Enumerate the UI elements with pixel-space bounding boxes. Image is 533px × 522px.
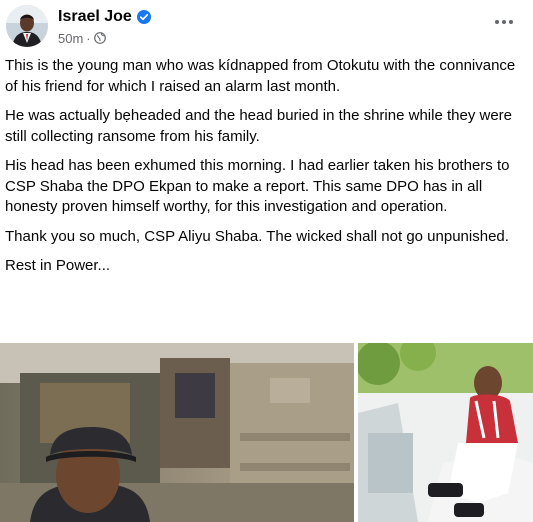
post-paragraph: Rest in Power...	[5, 257, 111, 274]
meta-separator: ·	[86, 30, 91, 46]
post-photo-2[interactable]	[358, 343, 533, 522]
post-photo-1[interactable]	[0, 343, 354, 522]
post-header: Israel Joe 50m ·	[0, 0, 533, 56]
verified-badge-icon	[136, 10, 151, 24]
post-meta: 50m ·	[58, 30, 106, 46]
more-options-button[interactable]	[489, 10, 519, 34]
post-paragraph: His head has been exhumed this morning. …	[5, 157, 510, 215]
post-timestamp[interactable]: 50m	[58, 31, 83, 46]
avatar-image	[6, 5, 48, 47]
post-body: This is the young man who was kídnapped …	[5, 56, 529, 286]
more-options-icon	[495, 20, 513, 24]
post-paragraph: He was actually bẹheaded and the head bu…	[5, 107, 512, 145]
post-paragraph: Thank you so much, CSP Aliyu Shaba. The …	[5, 227, 509, 245]
avatar[interactable]	[6, 5, 48, 47]
globe-icon[interactable]	[93, 32, 106, 44]
photo-man-with-cap	[0, 343, 354, 522]
author-name[interactable]: Israel Joe	[58, 8, 132, 26]
post-paragraph: This is the young man who was kídnapped …	[5, 57, 516, 95]
author-row: Israel Joe	[58, 7, 151, 27]
photo-man-in-car	[358, 343, 533, 522]
